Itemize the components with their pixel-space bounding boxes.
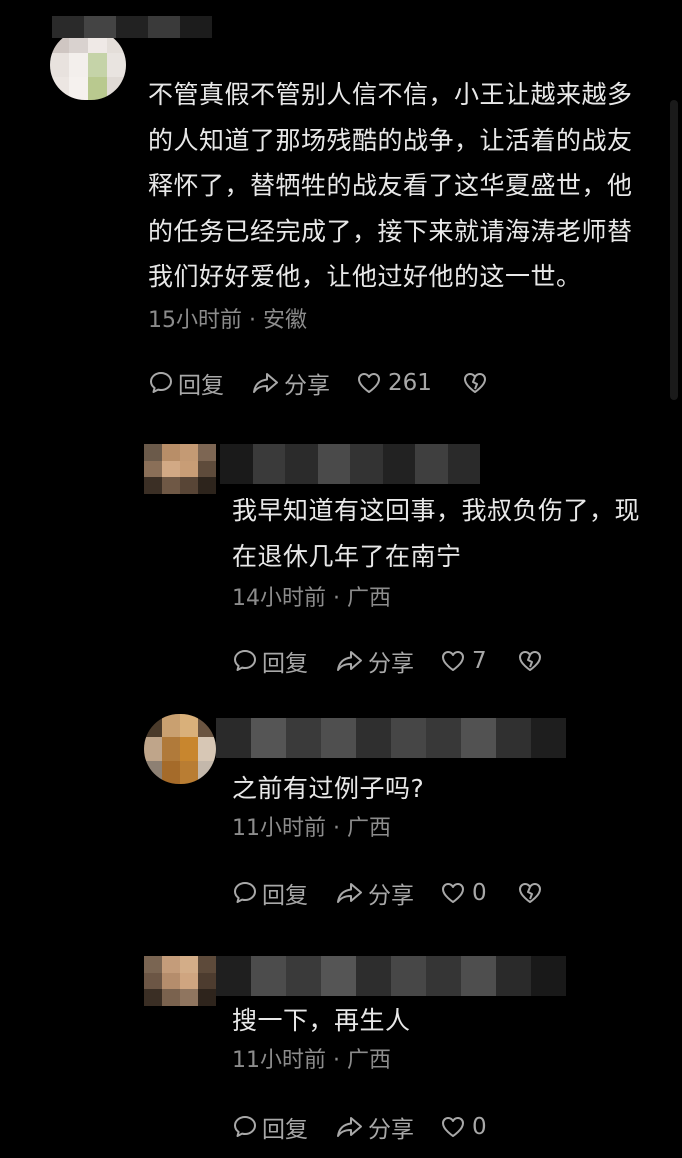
- comment-actions: 回复 分享 7: [232, 644, 547, 678]
- share-button[interactable]: 分享: [334, 876, 414, 910]
- broken-heart-icon: [463, 373, 486, 393]
- heart-outline-icon: [442, 651, 464, 671]
- comment-4: 搜一下，再生人 11小时前 · 广西 回复 分享 0: [0, 940, 682, 1158]
- comment-line: 我们好好爱他，让他过好他的这一世。: [148, 262, 582, 291]
- share-arrow-icon: [337, 651, 362, 671]
- comment-actions: 回复 分享 261: [148, 366, 492, 400]
- like-button[interactable]: 261: [356, 370, 432, 396]
- heart-outline-icon: [358, 373, 380, 393]
- share-label: 分享: [284, 373, 330, 399]
- comment-line: 之前有过例子吗?: [232, 774, 425, 803]
- comment-line: 搜一下，再生人: [232, 1006, 411, 1035]
- comment-actions: 回复 分享 0: [232, 1110, 513, 1144]
- like-button[interactable]: 0: [440, 1114, 487, 1140]
- avatar[interactable]: [144, 444, 216, 494]
- reply-label: 回复: [262, 883, 308, 909]
- share-label: 分享: [368, 651, 414, 677]
- username-blurred[interactable]: [220, 444, 480, 484]
- like-count: 7: [472, 648, 487, 674]
- speech-bubble-icon: [234, 882, 256, 903]
- comment-2: 我早知道有这回事，我叔负伤了，现 在退休几年了在南宁 14小时前 · 广西 回复…: [0, 430, 682, 700]
- reply-label: 回复: [262, 651, 308, 677]
- avatar[interactable]: [144, 956, 216, 1006]
- share-label: 分享: [368, 883, 414, 909]
- comment-meta: 15小时前 · 安徽: [148, 308, 307, 333]
- broken-heart-icon: [518, 883, 541, 903]
- reply-label: 回复: [262, 1117, 308, 1143]
- reply-button[interactable]: 回复: [232, 644, 308, 678]
- broken-heart-icon: [518, 651, 541, 671]
- comment-actions: 回复 分享 0: [232, 876, 547, 910]
- comment-line: 释怀了，替牺牲的战友看了这华夏盛世，他: [148, 171, 633, 200]
- share-arrow-icon: [337, 883, 362, 903]
- share-button[interactable]: 分享: [250, 366, 330, 400]
- share-label: 分享: [368, 1117, 414, 1143]
- share-button[interactable]: 分享: [334, 1110, 414, 1144]
- like-count: 0: [472, 880, 487, 906]
- dislike-button[interactable]: [462, 371, 492, 395]
- dislike-button[interactable]: [517, 649, 547, 673]
- comment-text: 不管真假不管别人信不信，小王让越来越多 的人知道了那场残酷的战争，让活着的战友 …: [148, 72, 658, 300]
- dislike-button[interactable]: [517, 881, 547, 905]
- speech-bubble-icon: [150, 372, 172, 393]
- comment-line: 我早知道有这回事，我叔负伤了，现: [232, 496, 641, 525]
- reply-label: 回复: [178, 373, 224, 399]
- reply-button[interactable]: 回复: [232, 1110, 308, 1144]
- comment-3: 之前有过例子吗? 11小时前 · 广西 回复 分享 0: [0, 700, 682, 940]
- username-blurred[interactable]: [216, 956, 566, 996]
- share-arrow-icon: [337, 1117, 362, 1137]
- comment-text: 搜一下，再生人: [232, 998, 662, 1044]
- comment-line: 在退休几年了在南宁: [232, 541, 462, 571]
- comment-text: 之前有过例子吗?: [232, 766, 662, 812]
- comment-line: 不管真假不管别人信不信，小王让越来越多: [148, 80, 633, 109]
- share-arrow-icon: [253, 373, 278, 393]
- avatar[interactable]: [144, 714, 216, 784]
- username-blurred[interactable]: [216, 718, 566, 758]
- avatar[interactable]: [50, 30, 126, 100]
- share-button[interactable]: 分享: [334, 644, 414, 678]
- username-blurred[interactable]: [52, 16, 212, 38]
- comment-1: 不管真假不管别人信不信，小王让越来越多 的人知道了那场残酷的战争，让活着的战友 …: [0, 0, 682, 420]
- like-button[interactable]: 7: [440, 648, 487, 674]
- like-count: 261: [388, 370, 432, 396]
- comment-text: 我早知道有这回事，我叔负伤了，现 在退休几年了在南宁: [232, 488, 662, 579]
- reply-button[interactable]: 回复: [148, 366, 224, 400]
- comment-meta: 11小时前 · 广西: [232, 816, 391, 841]
- comment-line: 的人知道了那场残酷的战争，让活着的战友: [148, 125, 633, 155]
- like-count: 0: [472, 1114, 487, 1140]
- speech-bubble-icon: [234, 1116, 256, 1137]
- heart-outline-icon: [442, 1117, 464, 1137]
- like-button[interactable]: 0: [440, 880, 487, 906]
- heart-outline-icon: [442, 883, 464, 903]
- speech-bubble-icon: [234, 650, 256, 671]
- comment-meta: 11小时前 · 广西: [232, 1048, 391, 1073]
- reply-button[interactable]: 回复: [232, 876, 308, 910]
- scrollbar[interactable]: [670, 100, 678, 400]
- comment-line: 的任务已经完成了，接下来就请海涛老师替: [148, 216, 633, 246]
- comment-meta: 14小时前 · 广西: [232, 586, 391, 611]
